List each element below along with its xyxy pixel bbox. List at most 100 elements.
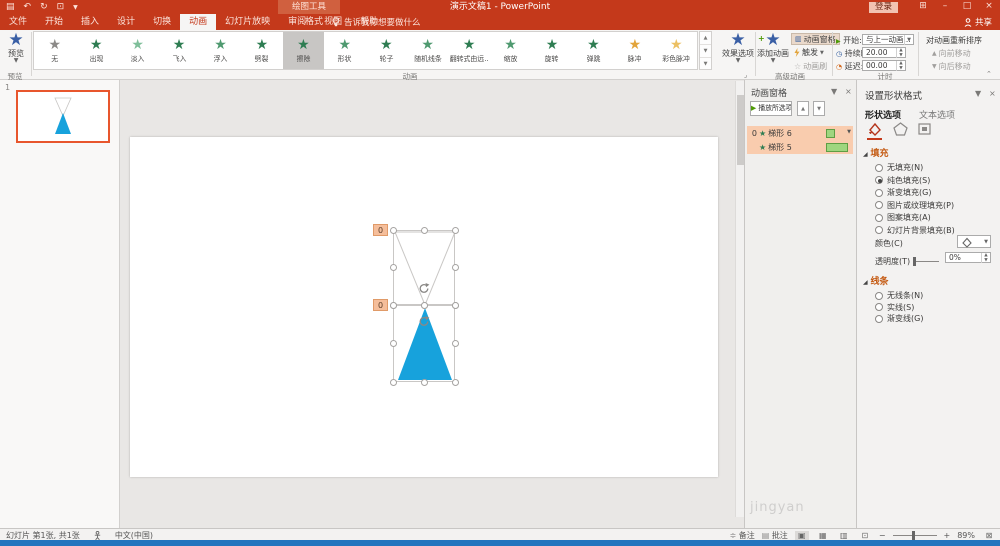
animation-effect-翻转式由远..[interactable]: ★ 翻转式由远.. (448, 32, 489, 69)
slide-thumbnail[interactable] (16, 90, 110, 143)
line-option[interactable]: 实线(S) (875, 302, 914, 313)
trigger-button[interactable]: 触发 ▼ (794, 47, 824, 58)
fill-option[interactable]: 幻灯片背景填充(B) (875, 225, 955, 236)
selection-handle[interactable] (420, 226, 428, 234)
animation-effect-飞入[interactable]: ★ 飞入 (158, 32, 199, 69)
rotate-handle-icon[interactable] (418, 315, 430, 327)
timing-bar[interactable] (826, 128, 835, 138)
tab-插入[interactable]: 插入 (72, 14, 108, 30)
fill-option[interactable]: 纯色填充(S) (875, 175, 930, 186)
tab-幻灯片放映[interactable]: 幻灯片放映 (216, 14, 279, 30)
comments-button[interactable]: ▤ 批注 (762, 530, 788, 541)
play-selected-button[interactable]: ▶ 播放所选项 (750, 101, 792, 116)
undo-icon[interactable]: ↶ (24, 2, 32, 12)
tab-切换[interactable]: 切换 (144, 14, 180, 30)
fill-option[interactable]: 图案填充(A) (875, 212, 931, 223)
animation-effect-彩色脉冲[interactable]: ★ 彩色脉冲 (656, 32, 697, 69)
effects-icon[interactable] (893, 122, 908, 136)
format-pane-dropdown-icon[interactable]: ▼ (975, 89, 981, 98)
language-indicator[interactable]: 中文(中国) (115, 530, 153, 541)
minimize-icon[interactable]: – (934, 0, 956, 14)
duration-spinner[interactable]: ▲ ▼ (896, 48, 905, 58)
delay-spinner[interactable]: ▲ ▼ (896, 61, 905, 71)
ribbon-display-options-icon[interactable]: ⊞ (912, 0, 934, 14)
start-dropdown-caret[interactable]: ▼ (904, 35, 913, 45)
selection-handle[interactable] (451, 340, 459, 347)
animation-effect-轮子[interactable]: ★ 轮子 (366, 32, 407, 69)
color-picker-button[interactable]: ▼ (957, 235, 991, 248)
animation-order-badge[interactable]: 0 (373, 224, 388, 236)
line-section-header[interactable]: ◢ 线条 (863, 274, 889, 287)
effect-options-button[interactable]: ★ 效果选项 ▼ (722, 32, 754, 64)
vertical-scrollbar[interactable] (735, 81, 744, 517)
line-option[interactable]: 渐变线(G) (875, 313, 923, 324)
gallery-scroll-down-icon[interactable]: ▼ (700, 45, 711, 58)
move-later-button[interactable]: ▼ 向后移动 (932, 61, 971, 72)
reorder-up-button[interactable]: ▲ (797, 101, 809, 116)
tab-设计[interactable]: 设计 (108, 14, 144, 30)
animation-effect-劈裂[interactable]: ★ 劈裂 (241, 32, 282, 69)
share-button[interactable]: 共享 (964, 14, 992, 30)
rotate-handle-icon[interactable] (418, 282, 430, 294)
line-option[interactable]: 无线条(N) (875, 290, 923, 301)
fill-option[interactable]: 渐变填充(G) (875, 187, 931, 198)
tab-text-options[interactable]: 文本选项 (919, 108, 955, 121)
animation-effect-旋转[interactable]: ★ 旋转 (531, 32, 572, 69)
selection-handle[interactable] (389, 340, 397, 347)
close-icon[interactable]: × (978, 0, 1000, 14)
selection-handle[interactable] (420, 378, 428, 386)
gallery-more-icon[interactable]: ▼ (700, 58, 711, 70)
format-pane-close-icon[interactable]: × (989, 89, 996, 98)
zoom-out-icon[interactable]: − (879, 531, 886, 540)
selection-handle[interactable] (389, 226, 397, 234)
selection-handle[interactable] (420, 301, 428, 309)
start-slideshow-icon[interactable]: ⊡ (57, 2, 65, 12)
duration-spinbox[interactable]: 20.00 ▲ ▼ (862, 47, 906, 58)
transparency-slider-thumb[interactable] (913, 257, 916, 266)
pane-dropdown-icon[interactable]: ▼ (831, 87, 837, 96)
zoom-slider-thumb[interactable] (911, 530, 915, 540)
animation-effect-出现[interactable]: ★ 出现 (75, 32, 116, 69)
selection-handle[interactable] (389, 378, 397, 386)
fill-option[interactable]: 无填充(N) (875, 162, 923, 173)
size-properties-icon[interactable] (917, 122, 932, 136)
triangle-outline-shape[interactable] (394, 231, 456, 306)
selection-handle[interactable] (389, 264, 397, 271)
redo-icon[interactable]: ↻ (40, 2, 48, 12)
windows-taskbar[interactable] (0, 540, 1000, 546)
animation-effect-无[interactable]: ★ 无 (34, 32, 75, 69)
tab-shape-options[interactable]: 形状选项 (865, 108, 901, 121)
tell-me-box[interactable]: 告诉我你想要做什么 (332, 14, 421, 30)
timing-bar[interactable] (826, 142, 848, 152)
save-icon[interactable]: ▤ (6, 2, 15, 12)
selection-handle[interactable] (451, 378, 459, 386)
tab-动画[interactable]: 动画 (180, 14, 217, 30)
animation-effect-脉冲[interactable]: ★ 脉冲 (614, 32, 655, 69)
collapse-ribbon-icon[interactable]: ⌃ (986, 70, 992, 78)
transparency-slider[interactable] (913, 257, 939, 266)
fill-line-icon[interactable] (867, 122, 882, 140)
notes-button[interactable]: ≑ 备注 (729, 530, 754, 541)
animation-effect-擦除[interactable]: ★ 擦除 (282, 32, 325, 69)
reorder-down-button[interactable]: ▼ (813, 101, 825, 116)
animation-effect-缩放[interactable]: ★ 缩放 (490, 32, 531, 69)
customize-qat-icon[interactable]: ▼ (73, 4, 78, 11)
selection-handle[interactable] (451, 264, 459, 271)
animation-effect-形状[interactable]: ★ 形状 (324, 32, 365, 69)
zoom-level[interactable]: 89% (957, 531, 975, 540)
animation-effect-淡入[interactable]: ★ 淡入 (117, 32, 158, 69)
zoom-slider[interactable] (892, 530, 937, 540)
accessibility-icon[interactable] (94, 530, 101, 540)
animation-dialog-launcher-icon[interactable]: ⌟ (744, 71, 752, 79)
preview-button[interactable]: ★ 预览 ▼ (2, 32, 30, 64)
reading-view-button[interactable]: ▥ (837, 531, 851, 540)
maximize-icon[interactable]: □ (956, 0, 978, 14)
delay-spinbox[interactable]: 00.00 ▲ ▼ (862, 60, 906, 71)
sign-in-button[interactable]: 登录 (868, 1, 898, 13)
zoom-in-icon[interactable]: + (944, 531, 951, 540)
selection-handle[interactable] (389, 301, 397, 309)
animation-order-badge[interactable]: 0 (373, 299, 388, 311)
tab-开始[interactable]: 开始 (36, 14, 72, 30)
fill-section-header[interactable]: ◢ 填充 (863, 146, 889, 159)
slide-sorter-view-button[interactable]: ▦ (816, 531, 830, 540)
